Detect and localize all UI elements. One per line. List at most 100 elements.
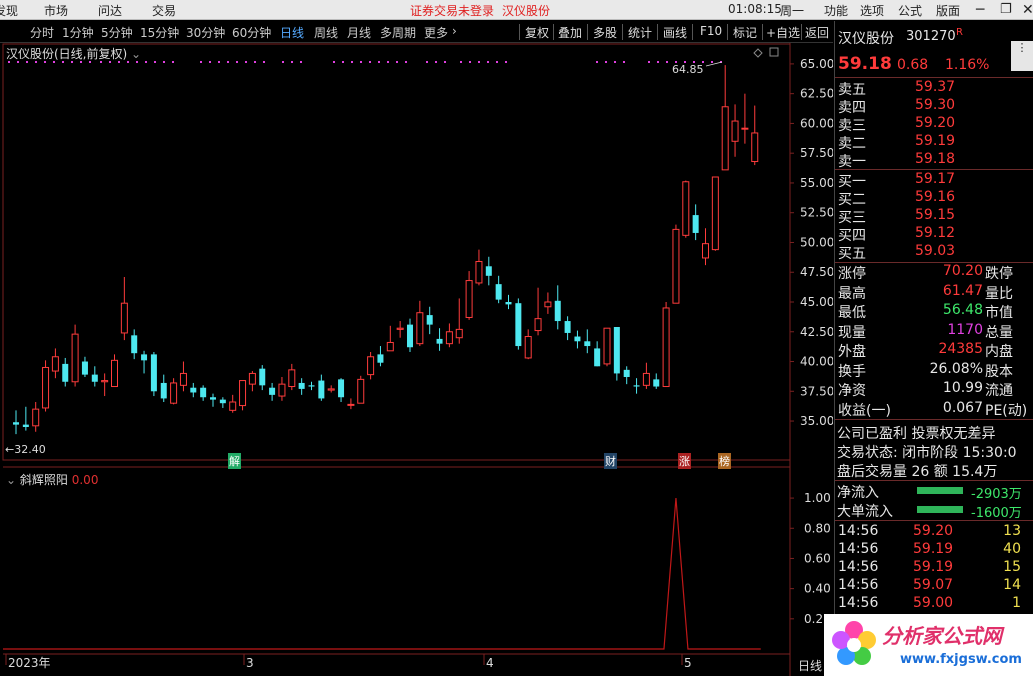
- tool-back[interactable]: 返回: [805, 24, 829, 41]
- candle-body: [396, 327, 404, 330]
- period-60min[interactable]: 60分钟: [232, 24, 271, 41]
- chart-canvas[interactable]: 65.0062.5060.0057.5055.0052.5050.0047.50…: [0, 43, 833, 676]
- stat-value: 70.20: [942, 263, 983, 279]
- signal-dot: [596, 61, 598, 63]
- price-tick-label: 40.00: [800, 355, 833, 369]
- candle-body: [594, 348, 601, 367]
- candle-body: [111, 359, 118, 388]
- menu-options[interactable]: 选项: [860, 2, 884, 19]
- close-icon[interactable]: ✕: [1022, 2, 1033, 18]
- minimize-icon[interactable]: ─: [976, 2, 984, 18]
- min-price-value: 32.40: [14, 443, 46, 456]
- tool-f10[interactable]: F10: [700, 24, 722, 38]
- candle-body: [22, 424, 29, 427]
- restore-icon[interactable]: ❐: [1000, 2, 1012, 17]
- candle-body: [721, 106, 729, 171]
- period-30min[interactable]: 30分钟: [186, 24, 225, 41]
- tick-volume: 1: [1012, 595, 1021, 611]
- menu-trade[interactable]: 交易: [152, 2, 176, 19]
- stat-value: 26.08%: [929, 360, 983, 377]
- candle-body: [160, 382, 167, 399]
- period-weekly[interactable]: 周线: [314, 24, 338, 41]
- tool-statistics[interactable]: 统计: [628, 24, 652, 41]
- tool-mark[interactable]: 标记: [733, 24, 757, 41]
- watermark-name: 分析家公式网: [882, 624, 1002, 648]
- price-tick-label: 50.00: [800, 235, 833, 249]
- candle-body: [32, 408, 40, 427]
- candle-body: [692, 215, 699, 233]
- period-daily[interactable]: 日线: [280, 24, 304, 41]
- menu-discover[interactable]: 发现: [0, 2, 18, 19]
- divider: [657, 24, 658, 40]
- candle-body: [51, 356, 59, 372]
- candle-body: [731, 120, 739, 142]
- period-monthly[interactable]: 月线: [347, 24, 371, 41]
- candle-body: [642, 372, 650, 386]
- candle-body: [564, 321, 571, 333]
- bid-price: 59.12: [915, 225, 956, 241]
- event-list-badge[interactable]: 榜: [718, 453, 731, 469]
- candle-body: [682, 181, 690, 236]
- menu-layout[interactable]: 版面: [936, 2, 960, 19]
- ask-price: 59.18: [915, 151, 956, 167]
- candle-body: [308, 385, 315, 387]
- menu-market[interactable]: 市场: [44, 2, 68, 19]
- tick-volume: 40: [1003, 541, 1021, 557]
- divider: [727, 24, 728, 40]
- chart-title-text: 汉仪股份(日线,前复权): [6, 47, 128, 61]
- divider: [622, 24, 623, 40]
- clock: 01:08:15: [728, 2, 782, 16]
- candle-body: [42, 366, 50, 409]
- ask-price: 59.37: [915, 79, 956, 95]
- period-15min[interactable]: 15分钟: [140, 24, 179, 41]
- stat-label: 现量: [838, 324, 866, 341]
- candle-body: [347, 403, 355, 406]
- ask-price: 59.19: [915, 133, 956, 149]
- event-finance-badge[interactable]: 财: [604, 453, 617, 469]
- chart-frame: 65.0062.5060.0057.5055.0052.5050.0047.50…: [2, 43, 833, 676]
- signal-dot: [469, 61, 471, 63]
- event-unlock-badge[interactable]: 解: [228, 453, 241, 469]
- bid-label: 买五: [838, 246, 866, 262]
- period-5min[interactable]: 5分钟: [101, 24, 133, 41]
- tool-multi-stock[interactable]: 多股: [593, 24, 617, 41]
- dropdown-icon[interactable]: ⌄: [131, 47, 141, 61]
- menu-ask[interactable]: 问达: [98, 2, 122, 19]
- divider: [519, 24, 520, 40]
- chevron-right-icon[interactable]: ›: [452, 24, 457, 38]
- signal-dot: [342, 61, 344, 63]
- login-notice[interactable]: 证券交易未登录: [410, 2, 494, 19]
- candle-body: [367, 356, 375, 376]
- tick-time: 14:56: [838, 541, 879, 557]
- stat-label-right: 股本: [985, 363, 1013, 380]
- side-tab-button[interactable]: ⋮: [1011, 41, 1033, 71]
- signal-dot: [378, 61, 380, 63]
- period-multi[interactable]: 多周期: [380, 24, 416, 41]
- candle-body: [741, 127, 749, 130]
- tool-adjust[interactable]: 复权: [525, 24, 549, 41]
- indicator-layer: 1.00 0.80 0.60 0.40 0.2 2023年 3 4 5: [3, 491, 831, 670]
- kline-chart[interactable]: 65.00 62.50 60.00 57.50 55.00 52.50 50.00 47.50…: [0, 43, 833, 676]
- candle-body: [584, 341, 591, 347]
- period-1min[interactable]: 1分钟: [62, 24, 94, 41]
- period-more[interactable]: 更多: [424, 24, 448, 41]
- period-tick[interactable]: 分时: [30, 24, 54, 41]
- bid-label: 买四: [838, 228, 866, 244]
- price-change: 0.68: [897, 57, 929, 73]
- tick-volume: 14: [1003, 577, 1021, 593]
- tool-draw[interactable]: 画线: [663, 24, 687, 41]
- menu-function[interactable]: 功能: [824, 2, 848, 19]
- menu-formula[interactable]: 公式: [898, 2, 922, 19]
- square-icon: [769, 47, 779, 57]
- event-limitup-badge[interactable]: 涨: [678, 453, 691, 469]
- tool-overlay[interactable]: 叠加: [558, 24, 582, 41]
- candle-body: [662, 307, 670, 388]
- bottom-period-tab[interactable]: 日线: [798, 657, 822, 674]
- tool-add-watchlist[interactable]: +自选: [766, 24, 800, 41]
- ask-label: 卖四: [838, 100, 866, 116]
- candle-body: [131, 335, 138, 354]
- signal-dot: [435, 61, 437, 63]
- candle-body: [71, 333, 79, 383]
- dropdown-icon[interactable]: ⌄: [6, 473, 16, 487]
- signal-dot: [282, 61, 284, 63]
